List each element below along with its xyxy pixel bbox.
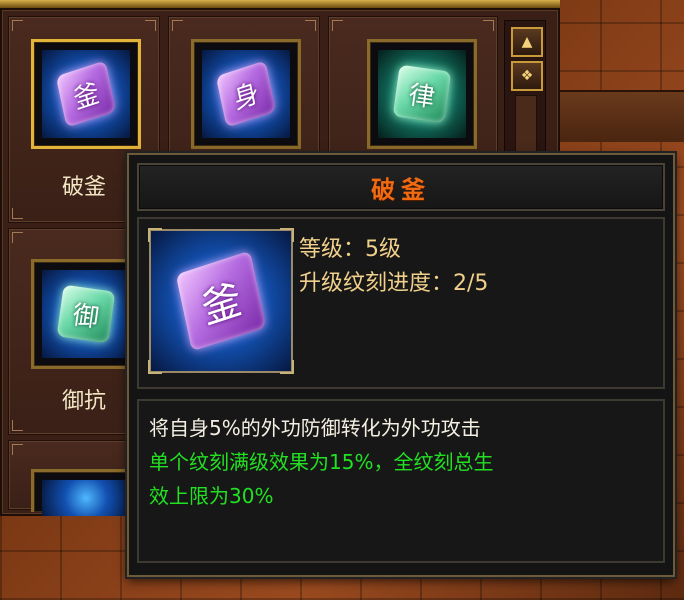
skill-slot[interactable]: 身 bbox=[191, 39, 301, 149]
skill-gem-icon bbox=[42, 480, 130, 516]
skill-glyph: 身 bbox=[215, 60, 277, 128]
skill-slot[interactable]: 御 bbox=[31, 259, 141, 369]
skill-slot[interactable]: 律 bbox=[367, 39, 477, 149]
progress-text: 升级纹刻进度：2/5 bbox=[299, 271, 489, 296]
tooltip-description-box: 将自身5%的外功防御转化为外功攻击 单个纹刻满级效果为15%，全纹刻总生 效上限… bbox=[137, 399, 665, 563]
window-top-border bbox=[0, 0, 560, 8]
tooltip-skill-icon: 釜 bbox=[148, 228, 294, 374]
skill-glyph: 律 bbox=[392, 64, 452, 124]
background-ledge bbox=[560, 90, 684, 142]
description-text: 将自身5%的外功防御转化为外功攻击 bbox=[149, 416, 481, 440]
tooltip-glyph: 釜 bbox=[175, 250, 267, 352]
skill-slot[interactable] bbox=[31, 469, 141, 516]
gear-icon[interactable]: ❖ bbox=[511, 61, 543, 91]
skill-gem-icon: 律 bbox=[378, 50, 466, 138]
level-text: 等级：5级 bbox=[299, 237, 401, 262]
skill-gem-icon: 釜 bbox=[42, 50, 130, 138]
bonus-text-line-1: 单个纹刻满级效果为15%，全纹刻总生 bbox=[149, 450, 494, 474]
bonus-text-line-2: 效上限为30% bbox=[149, 484, 274, 508]
tooltip-stats: 等级：5级 升级纹刻进度：2/5 bbox=[299, 233, 488, 301]
tooltip-info-box: 釜 等级：5级 升级纹刻进度：2/5 bbox=[137, 217, 665, 389]
skill-glyph: 御 bbox=[56, 284, 116, 344]
skill-gem-icon: 身 bbox=[202, 50, 290, 138]
skill-gem-icon: 御 bbox=[42, 270, 130, 358]
skill-slot[interactable]: 釜 bbox=[31, 39, 141, 149]
arrow-up-icon[interactable]: ▲ bbox=[511, 27, 543, 57]
skill-tooltip: 破釜 釜 等级：5级 升级纹刻进度：2/5 将自身5%的外功防御转化为外功攻击 … bbox=[127, 153, 675, 577]
tooltip-title: 破釜 bbox=[371, 175, 431, 204]
tooltip-header: 破釜 bbox=[137, 163, 665, 211]
skill-glyph: 釜 bbox=[55, 60, 117, 128]
